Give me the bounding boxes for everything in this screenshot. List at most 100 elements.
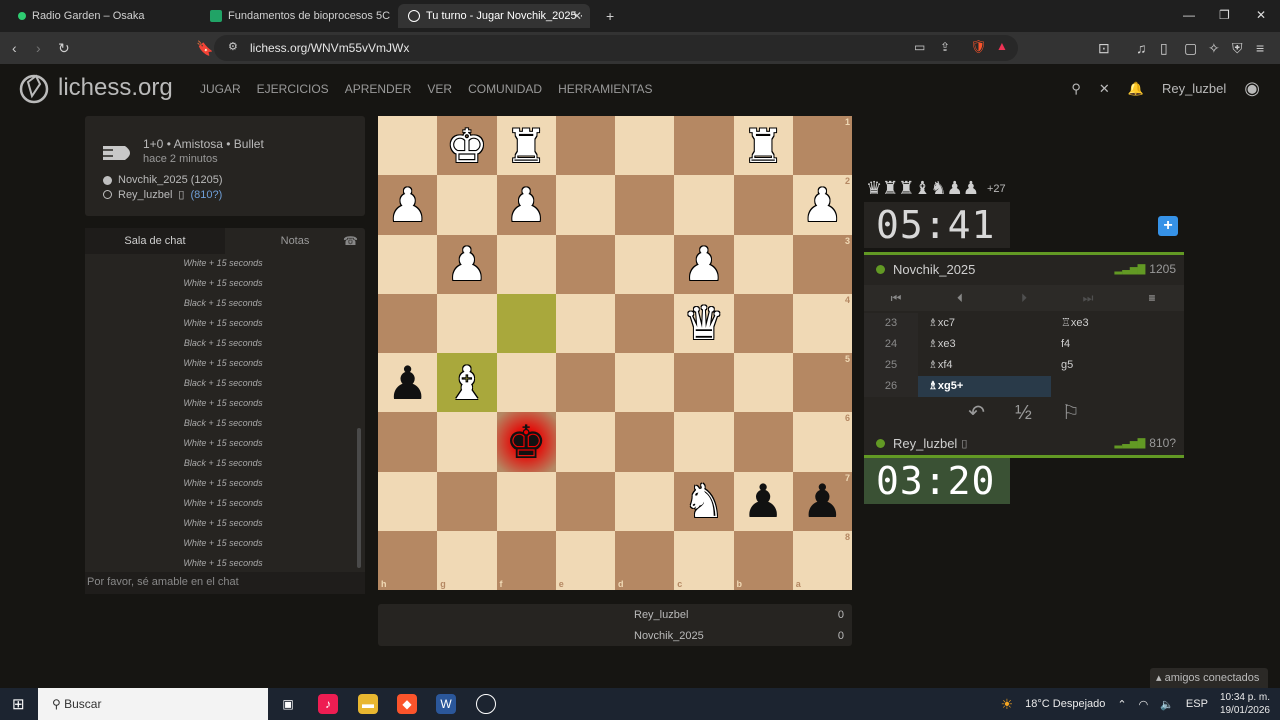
next-move-icon[interactable]: ⏵ bbox=[992, 285, 1056, 311]
opponent-name[interactable]: Novchik_2025 bbox=[893, 262, 975, 277]
tiktok-icon[interactable]: ♪ bbox=[318, 694, 338, 714]
chat-input[interactable]: Por favor, sé amable en el chat bbox=[85, 572, 365, 594]
board-square[interactable] bbox=[615, 234, 675, 294]
board-square[interactable]: ♟ bbox=[496, 175, 556, 235]
board-square[interactable]: ♚ bbox=[496, 412, 556, 472]
phone-icon[interactable]: ☎ bbox=[343, 234, 358, 248]
board-square[interactable] bbox=[378, 412, 438, 472]
board-square[interactable] bbox=[437, 412, 497, 472]
board-square[interactable]: ♟ bbox=[674, 234, 734, 294]
score-player[interactable]: Rey_luzbel bbox=[634, 609, 688, 621]
white-pawn-icon[interactable]: ♟ bbox=[506, 182, 547, 228]
taskbar-search[interactable]: ⚲ Buscar bbox=[38, 688, 268, 720]
friends-online-button[interactable]: ▴ amigos conectados bbox=[1150, 668, 1268, 688]
board-square[interactable] bbox=[615, 412, 675, 472]
chat-scrollbar[interactable] bbox=[357, 428, 361, 568]
url-field[interactable]: ⚙ lichess.org/WNVm55vVmJWx ▭ ⇪ 🛡 ▲ bbox=[214, 35, 1018, 61]
site-logo[interactable]: lichess.org bbox=[18, 72, 173, 104]
board-square[interactable] bbox=[733, 293, 793, 353]
search-icon[interactable]: ⚲ bbox=[1071, 81, 1081, 97]
board-square[interactable] bbox=[378, 471, 438, 531]
share-icon[interactable]: ⇪ bbox=[940, 40, 950, 54]
wallet-icon[interactable]: ▢ bbox=[1184, 40, 1197, 57]
board-square[interactable]: ♟ bbox=[437, 234, 497, 294]
board-square[interactable]: ♟ bbox=[378, 175, 438, 235]
board-square[interactable]: f bbox=[496, 530, 556, 590]
white-pawn-icon[interactable]: ♟ bbox=[683, 241, 724, 287]
board-square[interactable] bbox=[555, 175, 615, 235]
weather-text[interactable]: 18°C Despejado bbox=[1025, 698, 1105, 710]
draw-button[interactable]: ½ bbox=[1015, 399, 1032, 427]
menu-icon[interactable]: ≡ bbox=[1120, 285, 1184, 311]
volume-icon[interactable]: 🔈 bbox=[1160, 698, 1174, 711]
file-explorer-icon[interactable]: ▬ bbox=[358, 694, 378, 714]
board-square[interactable]: 6 bbox=[792, 412, 852, 472]
nav-ejercicios[interactable]: EJERCICIOS bbox=[257, 82, 329, 96]
media-icon[interactable]: ♫ bbox=[1136, 40, 1147, 56]
board-square[interactable] bbox=[496, 234, 556, 294]
language-indicator[interactable]: ESP bbox=[1186, 698, 1208, 710]
board-square[interactable] bbox=[555, 412, 615, 472]
user-menu[interactable]: Rey_luzbel bbox=[1162, 81, 1226, 96]
board-square[interactable]: 4 bbox=[792, 293, 852, 353]
maximize-icon[interactable]: ❐ bbox=[1219, 8, 1230, 22]
takeback-icon[interactable]: ↶ bbox=[968, 399, 985, 427]
resign-flag-icon[interactable]: ⚐ bbox=[1062, 399, 1080, 427]
menu-icon[interactable]: ≡ bbox=[1256, 40, 1264, 56]
board-square[interactable] bbox=[615, 471, 675, 531]
first-move-icon[interactable]: ⏮ bbox=[864, 285, 928, 311]
board-square[interactable]: ♝ bbox=[437, 353, 497, 413]
ai-icon[interactable]: ✧ bbox=[1208, 40, 1220, 57]
reload-icon[interactable]: ↻ bbox=[58, 40, 70, 57]
board-square[interactable]: 8a bbox=[792, 530, 852, 590]
board-square[interactable]: 7 ♟ bbox=[792, 471, 852, 531]
close-tab-icon[interactable]: ✕ bbox=[572, 9, 582, 23]
board-square[interactable] bbox=[378, 116, 438, 176]
white-move[interactable]: ♗xe3 bbox=[918, 334, 1051, 355]
board-square[interactable]: ♟ bbox=[378, 353, 438, 413]
board-square[interactable] bbox=[733, 234, 793, 294]
white-move[interactable]: ♗xc7 bbox=[918, 313, 1051, 334]
black-move[interactable]: g5 bbox=[1051, 355, 1184, 376]
tab-radio-garden[interactable]: Radio Garden – Osaka bbox=[8, 4, 196, 28]
board-square[interactable] bbox=[378, 293, 438, 353]
black-move[interactable]: f4 bbox=[1051, 334, 1184, 355]
word-icon[interactable]: W bbox=[436, 694, 456, 714]
board-square[interactable] bbox=[555, 234, 615, 294]
board-square[interactable]: ♜ bbox=[496, 116, 556, 176]
cast-icon[interactable]: ▭ bbox=[914, 40, 925, 54]
board-square[interactable] bbox=[733, 412, 793, 472]
brave-rewards-icon[interactable]: ▲ bbox=[996, 39, 1008, 53]
nav-aprender[interactable]: APRENDER bbox=[345, 82, 412, 96]
lichess-taskbar-icon[interactable] bbox=[476, 694, 496, 714]
new-tab-button[interactable]: + bbox=[596, 4, 620, 28]
board-square[interactable]: ♛ bbox=[674, 293, 734, 353]
black-move[interactable]: ♖xe3 bbox=[1051, 313, 1184, 334]
board-square[interactable]: ♞ bbox=[674, 471, 734, 531]
player-name[interactable]: Rey_luzbel bbox=[893, 436, 957, 451]
board-square[interactable]: ♟ bbox=[733, 471, 793, 531]
board-square[interactable] bbox=[555, 353, 615, 413]
white-pawn-icon[interactable]: ♟ bbox=[802, 182, 843, 228]
board-square[interactable] bbox=[496, 353, 556, 413]
site-info-icon[interactable]: ⚙ bbox=[228, 40, 238, 53]
white-rook-icon[interactable]: ♜ bbox=[743, 123, 784, 169]
bell-icon[interactable]: 🔔 bbox=[1128, 81, 1144, 97]
vpn-icon[interactable]: ⛨ bbox=[1232, 40, 1243, 57]
bookmark-icon[interactable]: 🔖 bbox=[196, 40, 213, 57]
white-move[interactable]: ♗xf4 bbox=[918, 355, 1051, 376]
board-square[interactable] bbox=[615, 116, 675, 176]
board-square[interactable] bbox=[674, 353, 734, 413]
board-square[interactable] bbox=[615, 293, 675, 353]
clock-area[interactable]: 10:34 p. m. 19/01/2026 bbox=[1220, 691, 1270, 717]
chevron-up-icon[interactable]: ⌃ bbox=[1117, 698, 1126, 711]
wifi-icon[interactable]: ◠ bbox=[1139, 698, 1149, 711]
board-square[interactable] bbox=[615, 175, 675, 235]
sidebar-icon[interactable]: ▯ bbox=[1160, 40, 1168, 57]
board-square[interactable]: e bbox=[555, 530, 615, 590]
nav-jugar[interactable]: JUGAR bbox=[200, 82, 241, 96]
board-square[interactable]: 1 bbox=[792, 116, 852, 176]
white-rook-icon[interactable]: ♜ bbox=[506, 123, 547, 169]
swords-icon[interactable]: ✕ bbox=[1099, 81, 1110, 97]
white-knight-icon[interactable]: ♞ bbox=[683, 478, 724, 524]
